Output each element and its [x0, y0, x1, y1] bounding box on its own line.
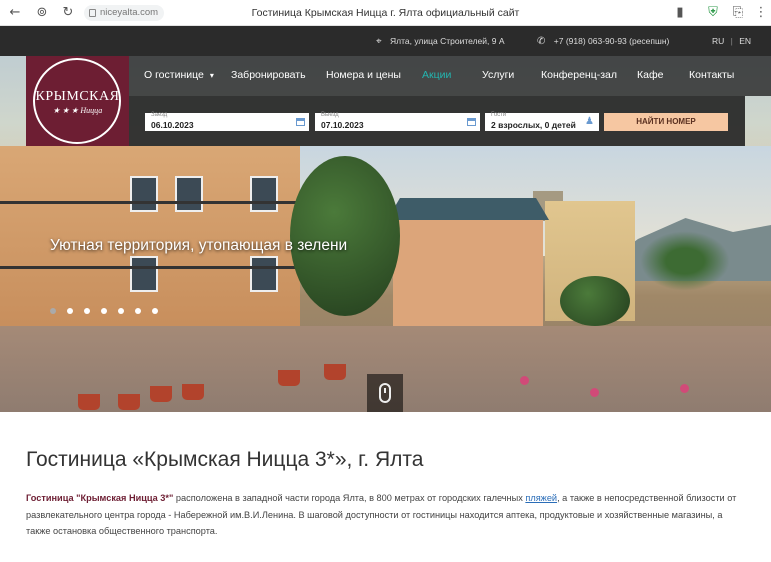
flower-pot: [182, 384, 204, 400]
nav-item-about[interactable]: О гостинице ▾: [144, 69, 214, 81]
flower-pot: [118, 394, 140, 410]
address-info: ⌖ Ялта, улица Строителей, 9 А: [376, 36, 504, 47]
bookmark-icon[interactable]: ▮: [673, 6, 687, 20]
top-info-bar: ⌖ Ялта, улица Строителей, 9 А ✆ +7 (918)…: [0, 26, 771, 56]
location-pin-icon: ⌖: [376, 36, 382, 47]
browser-toolbar: ← ⊚ ↻ niceyalta.com Гостиница Крымская Н…: [0, 0, 771, 26]
flower: [520, 376, 529, 385]
flower-pot: [278, 370, 300, 386]
extension-icon[interactable]: ⛨: [706, 6, 720, 20]
scroll-down-button[interactable]: [367, 374, 403, 412]
flower-pot: [78, 394, 100, 410]
phone-icon: ✆: [537, 36, 546, 47]
lang-ru-link[interactable]: RU: [712, 36, 724, 46]
flower-pot: [150, 386, 172, 402]
hero-balcony: [0, 266, 300, 269]
phone-info[interactable]: ✆ +7 (918) 063-90-93 (ресепшн): [537, 36, 669, 47]
page-tab-title: Гостиница Крымская Ницца г. Ялта официал…: [251, 7, 520, 19]
flower: [680, 384, 689, 393]
guests-label: Гости: [491, 112, 507, 118]
hero-balcony: [0, 201, 300, 204]
mouse-icon: [379, 383, 391, 403]
checkin-field[interactable]: Заезд 06.10.2023: [145, 112, 309, 131]
page-title: Гостиница «Крымская Ницца 3*», г. Ялта: [26, 448, 424, 471]
nav-item-label: О гостинице: [144, 69, 204, 81]
checkout-value: 07.10.2023: [321, 120, 364, 130]
flower: [590, 388, 599, 397]
guests-field[interactable]: Гости 2 взрослых, 0 детей ♟: [485, 112, 599, 131]
hero-building-right: [387, 198, 549, 336]
logo-title: КРЫМСКАЯ: [35, 89, 120, 104]
flower-pot: [324, 364, 346, 380]
slider-dot[interactable]: [67, 308, 73, 314]
description-text: расположена в западной части города Ялта…: [173, 493, 526, 503]
person-icon: ♟: [585, 116, 594, 127]
hero-tree: [560, 276, 630, 326]
hero-headline: Уютная территория, утопающая в зелени: [50, 237, 348, 254]
phone-text: +7 (918) 063-90-93 (ресепшн): [553, 36, 670, 46]
booking-form: Заезд 06.10.2023 Выезд 07.10.2023 Гости …: [129, 96, 745, 146]
main-nav: О гостинице ▾ Забронировать Номера и цены…: [129, 56, 771, 96]
menu-icon[interactable]: ⋮: [754, 6, 768, 20]
slider-dot[interactable]: [118, 308, 124, 314]
nav-item-services[interactable]: Услуги: [482, 69, 514, 81]
lang-en-link[interactable]: EN: [739, 36, 751, 46]
checkout-field[interactable]: Выезд 07.10.2023: [315, 112, 480, 131]
nav-item-conference[interactable]: Конференц-зал: [541, 69, 617, 81]
checkin-label: Заезд: [151, 112, 168, 118]
nav-item-cafe[interactable]: Кафе: [637, 69, 663, 81]
address-text: Ялта, улица Строителей, 9 А: [390, 36, 505, 46]
chevron-down-icon: ▾: [209, 71, 214, 80]
guests-value: 2 взрослых, 0 детей: [491, 120, 576, 130]
hotel-description: Гостиница "Крымская Ницца 3*" расположен…: [26, 490, 746, 540]
slider-dot[interactable]: [50, 308, 56, 314]
logo-subtitle: ★ ★ ★ Ницца: [52, 106, 103, 115]
beaches-link[interactable]: пляжей: [525, 493, 557, 503]
nav-item-promotions[interactable]: Акции: [422, 69, 451, 81]
calendar-icon: [467, 118, 476, 126]
hero-palm: [640, 231, 730, 291]
checkout-label: Выезд: [321, 112, 339, 118]
slider-dot[interactable]: [84, 308, 90, 314]
nav-item-rooms[interactable]: Номера и цены: [326, 69, 401, 81]
hotel-logo[interactable]: КРЫМСКАЯ ★ ★ ★ Ницца: [26, 56, 129, 146]
find-room-button[interactable]: НАЙТИ НОМЕР: [604, 113, 728, 131]
calendar-icon: [296, 118, 305, 126]
hotel-name-highlight: Гостиница "Крымская Ницца 3*": [26, 493, 174, 503]
checkin-value: 06.10.2023: [151, 120, 194, 130]
slider-dots: [50, 308, 158, 314]
slider-dot[interactable]: [101, 308, 107, 314]
lang-separator: |: [730, 36, 733, 46]
hero-tree: [290, 156, 400, 316]
slider-dot[interactable]: [152, 308, 158, 314]
slider-dot[interactable]: [135, 308, 141, 314]
nav-item-booking[interactable]: Забронировать: [231, 69, 306, 81]
nav-item-contacts[interactable]: Контакты: [689, 69, 734, 81]
language-switcher: RU | EN: [712, 36, 751, 46]
share-icon[interactable]: ⎘: [731, 6, 745, 20]
